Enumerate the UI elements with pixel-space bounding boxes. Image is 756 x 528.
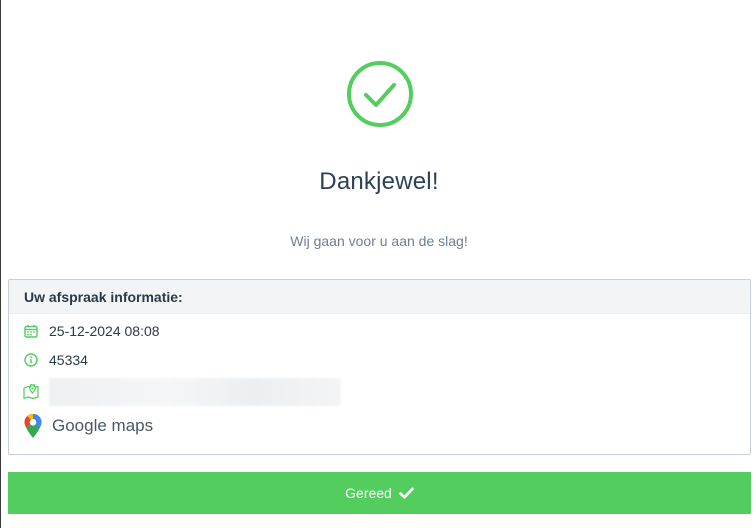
- done-button[interactable]: Gereed: [8, 472, 751, 514]
- done-button-label: Gereed: [345, 485, 392, 501]
- check-circle-icon: [346, 60, 414, 128]
- page-title: Dankjewel!: [319, 168, 439, 195]
- appointment-info-card: Uw afspraak informatie: 25-12-2024 08:08: [8, 279, 751, 455]
- appointment-datetime: 25-12-2024 08:08: [49, 323, 160, 339]
- appointment-address-row: [23, 377, 341, 407]
- calendar-icon: [23, 323, 39, 339]
- map-pin-icon: [23, 384, 39, 400]
- check-icon: [399, 487, 414, 499]
- card-header: Uw afspraak informatie:: [9, 280, 750, 314]
- appointment-datetime-row: 25-12-2024 08:08: [23, 320, 160, 342]
- google-maps-pin-icon: [22, 413, 44, 439]
- appointment-reference-row: 45334: [23, 349, 88, 371]
- page-subtitle: Wij gaan voor u aan de slag!: [290, 233, 468, 249]
- google-maps-link[interactable]: Google maps: [22, 411, 153, 441]
- appointment-reference: 45334: [49, 352, 88, 368]
- address-redacted: [49, 378, 341, 406]
- google-maps-label[interactable]: Google maps: [52, 416, 153, 436]
- confirmation-page: Dankjewel! Wij gaan voor u aan de slag! …: [0, 0, 756, 528]
- info-icon: [23, 352, 39, 368]
